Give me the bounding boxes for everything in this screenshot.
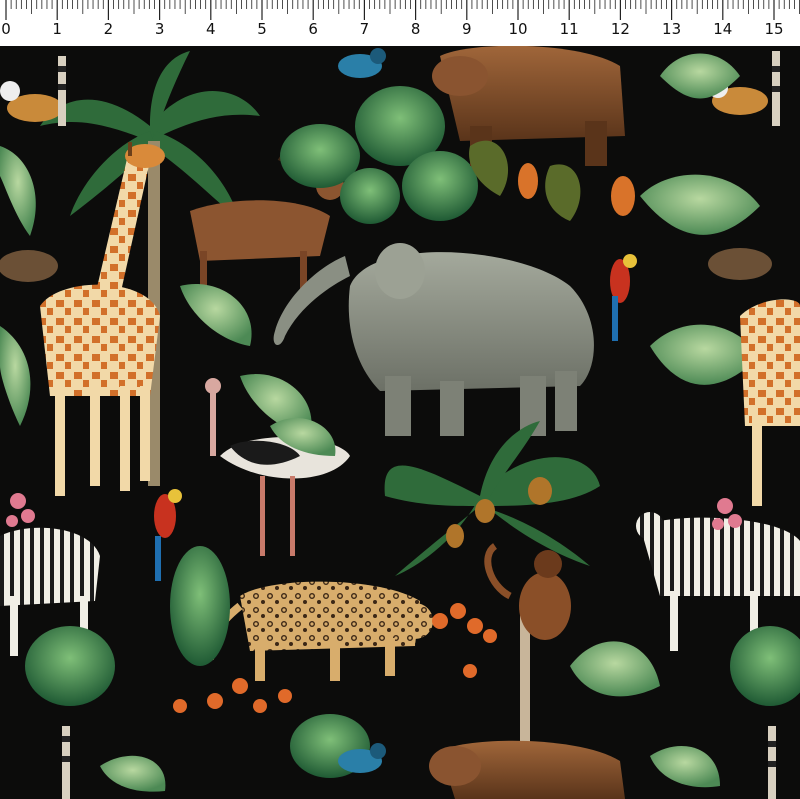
ruler-label: 5 (257, 20, 267, 38)
ruler-label: 1 (52, 20, 62, 38)
ruler-label: 0 (1, 20, 11, 38)
ruler-label: 8 (410, 20, 421, 38)
ruler-label: 2 (103, 20, 114, 38)
ruler-label: 15 (764, 20, 784, 38)
ruler-label: 4 (206, 20, 216, 38)
hedgehog-left (0, 250, 58, 282)
ruler-label: 10 (508, 20, 528, 38)
ruler-label: 9 (462, 20, 472, 38)
ruler-label: 3 (154, 20, 165, 38)
ruler-label: 11 (559, 20, 579, 38)
hedgehog-right (708, 248, 772, 280)
ruler-label: 14 (713, 20, 733, 38)
ruler-label: 7 (359, 20, 370, 38)
ruler-label: 13 (662, 20, 682, 38)
fabric-swatch: 0 1 2 3 4 5 6 7 8 9 10 11 12 13 14 15 (0, 0, 800, 799)
ruler-ticks (5, 0, 800, 20)
ruler-label: 12 (610, 20, 630, 38)
jungle-pattern (0, 46, 800, 799)
measurement-ruler: 0 1 2 3 4 5 6 7 8 9 10 11 12 13 14 15 (0, 0, 800, 47)
ruler-label: 6 (308, 20, 318, 38)
